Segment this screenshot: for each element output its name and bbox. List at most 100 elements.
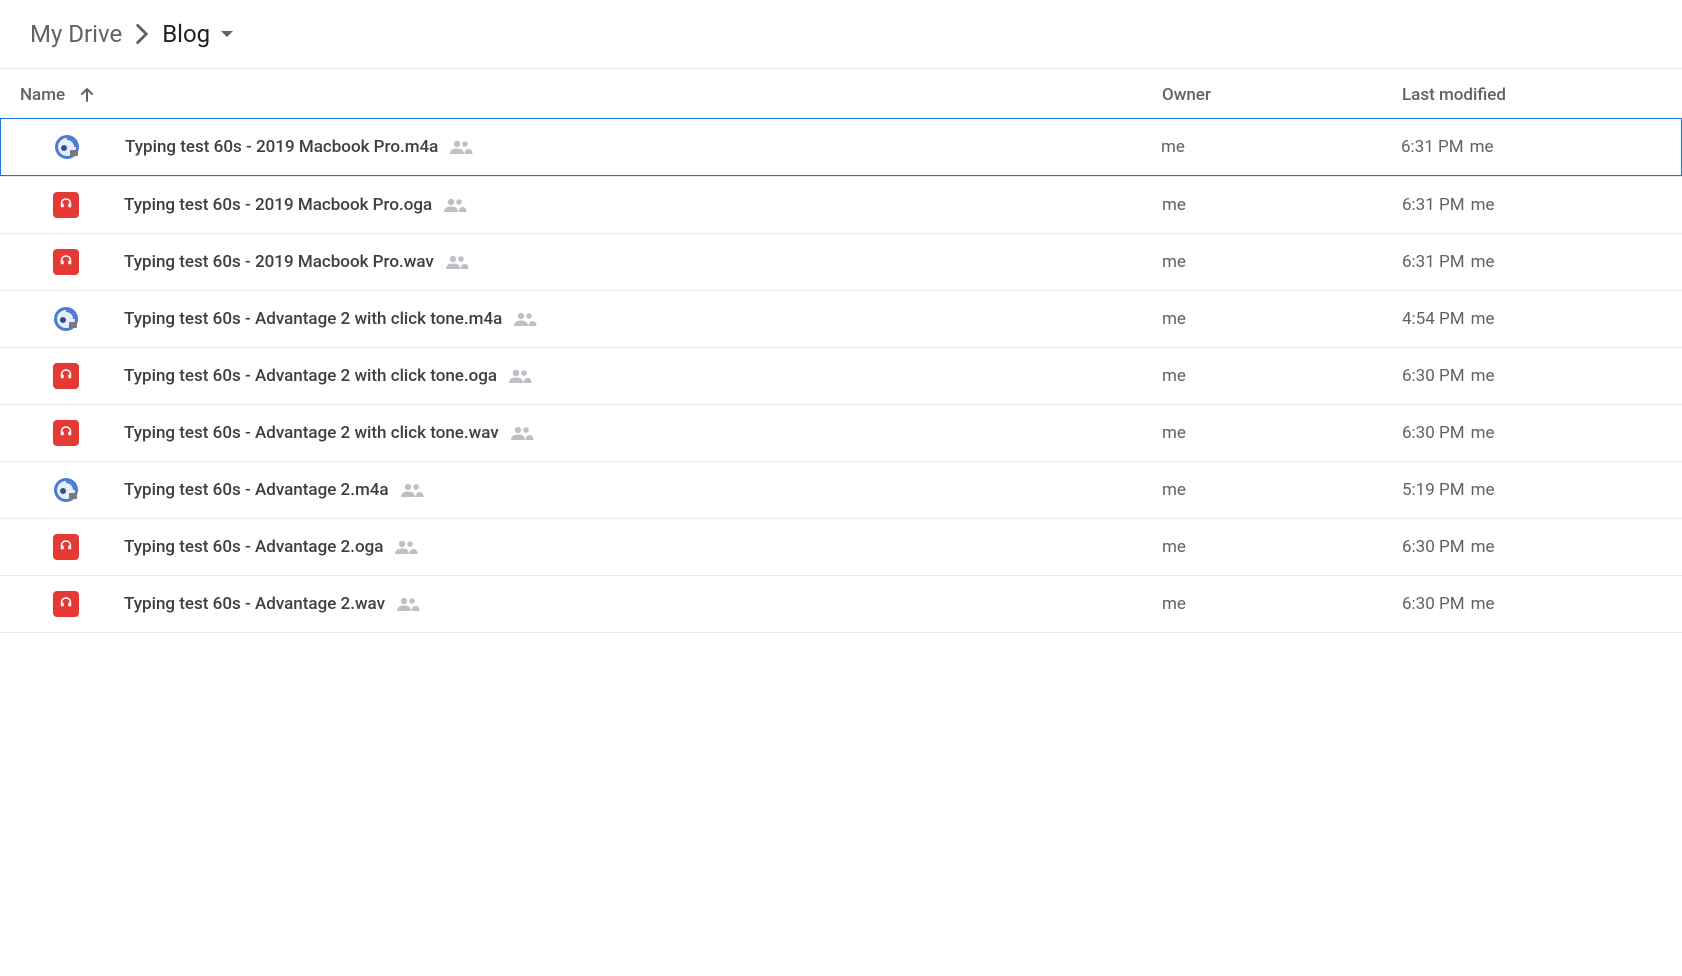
file-name: Typing test 60s - 2019 Macbook Pro.wav <box>124 252 434 272</box>
file-type-icon <box>52 191 80 219</box>
modified-time: 6:30 PM <box>1402 423 1465 443</box>
modified-time: 6:31 PM <box>1401 137 1464 157</box>
audio-file-icon <box>53 534 79 560</box>
table-header: Name Owner Last modified <box>0 69 1682 119</box>
column-name-label: Name <box>20 85 65 105</box>
media-file-icon <box>54 134 80 160</box>
file-name-cell: Typing test 60s - 2019 Macbook Pro.wav <box>20 248 1162 276</box>
column-header-modified[interactable]: Last modified <box>1402 85 1662 105</box>
file-modified: 6:31 PM me <box>1402 252 1662 272</box>
file-owner: me <box>1162 480 1402 500</box>
modified-by: me <box>1471 252 1495 272</box>
file-row[interactable]: Typing test 60s - Advantage 2 with click… <box>0 290 1682 347</box>
file-owner: me <box>1162 423 1402 443</box>
shared-icon <box>444 254 470 270</box>
file-owner: me <box>1162 252 1402 272</box>
chevron-right-icon <box>136 24 148 44</box>
file-name-cell: Typing test 60s - Advantage 2.m4a <box>20 476 1162 504</box>
file-name-cell: Typing test 60s - 2019 Macbook Pro.m4a <box>21 133 1161 161</box>
file-owner: me <box>1162 309 1402 329</box>
sort-arrow-up-icon <box>79 87 95 103</box>
file-row[interactable]: Typing test 60s - 2019 Macbook Pro.oga me… <box>0 176 1682 233</box>
file-modified: 6:30 PM me <box>1402 423 1662 443</box>
breadcrumb: My Drive Blog <box>0 20 1682 69</box>
file-row[interactable]: Typing test 60s - 2019 Macbook Pro.wav me… <box>0 233 1682 290</box>
file-name-cell: Typing test 60s - Advantage 2 with click… <box>20 305 1162 333</box>
file-type-icon <box>53 133 81 161</box>
modified-by: me <box>1470 137 1494 157</box>
shared-icon <box>512 311 538 327</box>
modified-by: me <box>1471 366 1495 386</box>
media-file-icon <box>53 477 79 503</box>
modified-time: 6:31 PM <box>1402 252 1465 272</box>
modified-time: 6:31 PM <box>1402 195 1465 215</box>
file-name-cell: Typing test 60s - Advantage 2 with click… <box>20 419 1162 447</box>
file-modified: 6:31 PM me <box>1401 137 1661 157</box>
modified-by: me <box>1471 594 1495 614</box>
modified-time: 4:54 PM <box>1402 309 1465 329</box>
breadcrumb-root[interactable]: My Drive <box>30 20 122 48</box>
modified-by: me <box>1471 480 1495 500</box>
file-modified: 6:30 PM me <box>1402 366 1662 386</box>
file-modified: 4:54 PM me <box>1402 309 1662 329</box>
file-row[interactable]: Typing test 60s - Advantage 2.wavme6:30 … <box>0 575 1682 633</box>
file-modified: 5:19 PM me <box>1402 480 1662 500</box>
audio-file-icon <box>53 192 79 218</box>
media-file-icon <box>53 306 79 332</box>
modified-time: 6:30 PM <box>1402 594 1465 614</box>
file-owner: me <box>1162 366 1402 386</box>
file-name: Typing test 60s - Advantage 2 with click… <box>124 423 499 443</box>
dropdown-caret-icon[interactable] <box>220 30 234 38</box>
audio-file-icon <box>53 591 79 617</box>
shared-icon <box>507 368 533 384</box>
breadcrumb-current[interactable]: Blog <box>162 20 210 48</box>
audio-file-icon <box>53 249 79 275</box>
file-list: Typing test 60s - 2019 Macbook Pro.m4a me… <box>0 118 1682 633</box>
file-type-icon <box>52 533 80 561</box>
file-name: Typing test 60s - 2019 Macbook Pro.m4a <box>125 137 438 157</box>
shared-icon <box>442 197 468 213</box>
file-name-cell: Typing test 60s - Advantage 2.wav <box>20 590 1162 618</box>
file-row[interactable]: Typing test 60s - 2019 Macbook Pro.m4a me… <box>0 118 1682 176</box>
file-name-cell: Typing test 60s - Advantage 2.oga <box>20 533 1162 561</box>
file-row[interactable]: Typing test 60s - Advantage 2 with click… <box>0 404 1682 461</box>
file-type-icon <box>52 419 80 447</box>
file-name: Typing test 60s - Advantage 2 with click… <box>124 366 497 386</box>
audio-file-icon <box>53 420 79 446</box>
modified-by: me <box>1471 195 1495 215</box>
file-name: Typing test 60s - 2019 Macbook Pro.oga <box>124 195 432 215</box>
file-name-cell: Typing test 60s - Advantage 2 with click… <box>20 362 1162 390</box>
file-owner: me <box>1162 537 1402 557</box>
file-name: Typing test 60s - Advantage 2.m4a <box>124 480 389 500</box>
file-type-icon <box>52 248 80 276</box>
file-row[interactable]: Typing test 60s - Advantage 2 with click… <box>0 347 1682 404</box>
shared-icon <box>393 539 419 555</box>
file-type-icon <box>52 590 80 618</box>
file-row[interactable]: Typing test 60s - Advantage 2.ogame6:30 … <box>0 518 1682 575</box>
file-owner: me <box>1162 195 1402 215</box>
file-owner: me <box>1162 594 1402 614</box>
file-type-icon <box>52 362 80 390</box>
modified-by: me <box>1471 423 1495 443</box>
modified-by: me <box>1471 537 1495 557</box>
shared-icon <box>509 425 535 441</box>
column-header-name[interactable]: Name <box>20 85 1162 105</box>
file-name: Typing test 60s - Advantage 2.wav <box>124 594 385 614</box>
modified-time: 6:30 PM <box>1402 366 1465 386</box>
audio-file-icon <box>53 363 79 389</box>
file-modified: 6:30 PM me <box>1402 594 1662 614</box>
file-type-icon <box>52 305 80 333</box>
file-modified: 6:30 PM me <box>1402 537 1662 557</box>
modified-time: 6:30 PM <box>1402 537 1465 557</box>
shared-icon <box>448 139 474 155</box>
file-name: Typing test 60s - Advantage 2 with click… <box>124 309 502 329</box>
modified-by: me <box>1471 309 1495 329</box>
column-header-owner[interactable]: Owner <box>1162 85 1402 105</box>
file-row[interactable]: Typing test 60s - Advantage 2.m4ame5:19 … <box>0 461 1682 518</box>
file-modified: 6:31 PM me <box>1402 195 1662 215</box>
modified-time: 5:19 PM <box>1402 480 1465 500</box>
file-name: Typing test 60s - Advantage 2.oga <box>124 537 383 557</box>
file-owner: me <box>1161 137 1401 157</box>
shared-icon <box>399 482 425 498</box>
shared-icon <box>395 596 421 612</box>
